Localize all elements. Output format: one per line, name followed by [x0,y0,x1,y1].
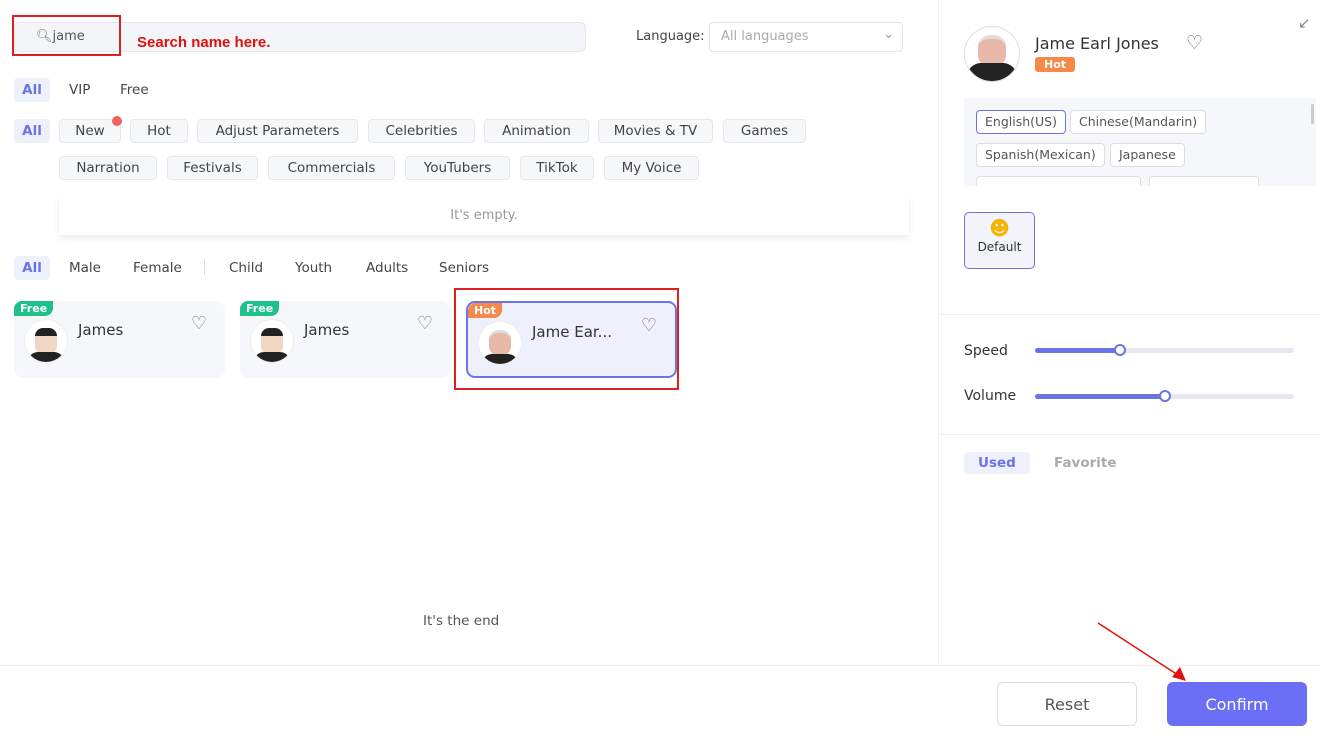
chevron-down-icon: ⌄ [883,27,894,42]
scrollbar[interactable] [1311,104,1314,124]
language-chip[interactable]: Japanese [1110,143,1185,167]
category-new[interactable]: New [59,116,122,143]
heart-icon[interactable]: ♡ [417,313,433,334]
voice-name: James [304,321,350,339]
search-value: 🔍︎jame [36,29,85,44]
divider [204,259,205,275]
category-adjust-parameters[interactable]: Adjust Parameters [197,119,358,143]
heart-icon[interactable]: ♡ [1186,32,1203,54]
category-narration[interactable]: Narration [59,156,157,180]
tier-vip[interactable]: VIP [69,82,90,98]
volume-label: Volume [964,388,1017,404]
category-tiktok[interactable]: TikTok [520,156,594,180]
demo-male[interactable]: Male [69,260,101,276]
speed-fill [1035,348,1121,353]
volume-handle[interactable] [1158,390,1171,402]
demo-all[interactable]: All [14,256,50,280]
category-festivals[interactable]: Festivals [167,156,258,180]
new-dot [112,116,122,126]
avatar [24,319,68,363]
language-chip[interactable]: English(US) [976,110,1066,134]
divider [939,434,1320,435]
demo-female[interactable]: Female [133,260,182,276]
language-select[interactable]: All languages ⌄ [709,22,903,52]
avatar [250,319,294,363]
end-message: It's the end [423,613,500,629]
category-animation[interactable]: Animation [484,119,589,143]
language-label: Language: [636,29,705,44]
demo-child[interactable]: Child [229,260,263,276]
heart-icon[interactable]: ♡ [191,313,207,334]
language-list: English(US) Chinese(Mandarin) Spanish(Me… [964,98,1316,186]
empty-message: It's empty. [59,195,909,235]
free-badge: Free [14,301,54,316]
tier-free[interactable]: Free [120,82,149,98]
tier-all[interactable]: All [14,78,50,102]
search-icon: 🔍︎ [36,29,53,44]
free-badge: Free [240,301,280,316]
detail-avatar [964,26,1020,82]
annotation-text: Search name here. [137,34,271,51]
volume-slider[interactable] [1035,390,1294,402]
tab-used[interactable]: Used [964,452,1030,474]
voice-name: James [78,321,124,339]
category-youtubers[interactable]: YouTubers [405,156,510,180]
demo-youth[interactable]: Youth [295,260,332,276]
collapse-icon[interactable]: ↙ [1298,14,1311,32]
language-chip[interactable] [976,176,1141,186]
reset-button[interactable]: Reset [997,682,1137,726]
divider [939,314,1320,315]
hot-badge: Hot [1035,57,1076,72]
category-games[interactable]: Games [723,119,806,143]
speed-label: Speed [964,343,1008,359]
panel-divider [938,0,939,664]
category-my-voice[interactable]: My Voice [604,156,699,180]
language-chip[interactable]: Spanish(Mexican) [976,143,1105,167]
annotation-box [454,288,679,390]
category-movies-tv[interactable]: Movies & TV [598,119,713,143]
category-hot[interactable]: Hot [130,119,188,143]
language-chip[interactable]: Chinese(Mandarin) [1070,110,1207,134]
voice-card[interactable]: Free James ♡ [240,301,451,378]
language-chip[interactable] [1149,176,1259,186]
demo-adults[interactable]: Adults [366,260,408,276]
detail-name: Jame Earl Jones [1035,34,1159,53]
annotation-arrow [1097,622,1186,681]
volume-fill [1035,394,1165,399]
speed-slider[interactable] [1035,344,1294,356]
tab-favorite[interactable]: Favorite [1054,455,1117,471]
speed-handle[interactable] [1114,344,1127,356]
smile-icon: ☻ [989,216,1010,240]
demo-seniors[interactable]: Seniors [439,260,489,276]
style-default[interactable]: ☻ Default [964,212,1035,269]
category-celebrities[interactable]: Celebrities [368,119,475,143]
category-all[interactable]: All [14,119,50,143]
voice-card[interactable]: Free James ♡ [14,301,225,378]
category-commercials[interactable]: Commercials [268,156,395,180]
confirm-button[interactable]: Confirm [1167,682,1307,726]
